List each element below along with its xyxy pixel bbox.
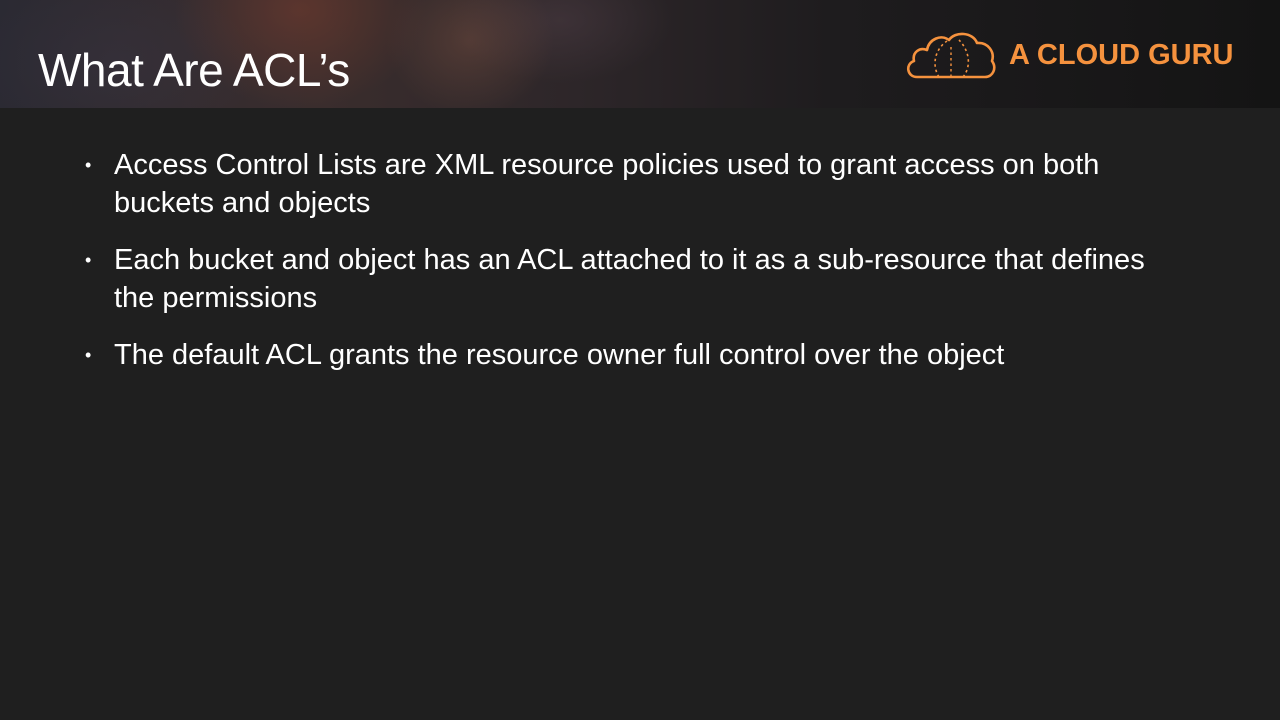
brand-name: A CLOUD GURU	[1009, 38, 1234, 71]
bullet-marker: •	[85, 250, 92, 270]
cloud-icon	[907, 32, 996, 79]
slide-title: What Are ACL’s	[38, 44, 350, 96]
bullet-item: • The default ACL grants the resource ow…	[80, 336, 1180, 374]
brand-logo: A CLOUD GURU	[903, 28, 1233, 82]
slide: What Are ACL’s A CLOUD GURU • Access Con…	[0, 0, 1280, 720]
bullet-marker: •	[85, 155, 92, 175]
bullet-text: The default ACL grants the resource owne…	[114, 339, 1005, 371]
bullet-list: • Access Control Lists are XML resource …	[80, 146, 1180, 393]
bullet-item: • Each bucket and object has an ACL atta…	[80, 241, 1180, 317]
bullet-text: Each bucket and object has an ACL attach…	[114, 244, 1145, 314]
bullet-text: Access Control Lists are XML resource po…	[114, 149, 1100, 219]
bullet-marker: •	[85, 345, 92, 365]
bullet-item: • Access Control Lists are XML resource …	[80, 146, 1180, 222]
